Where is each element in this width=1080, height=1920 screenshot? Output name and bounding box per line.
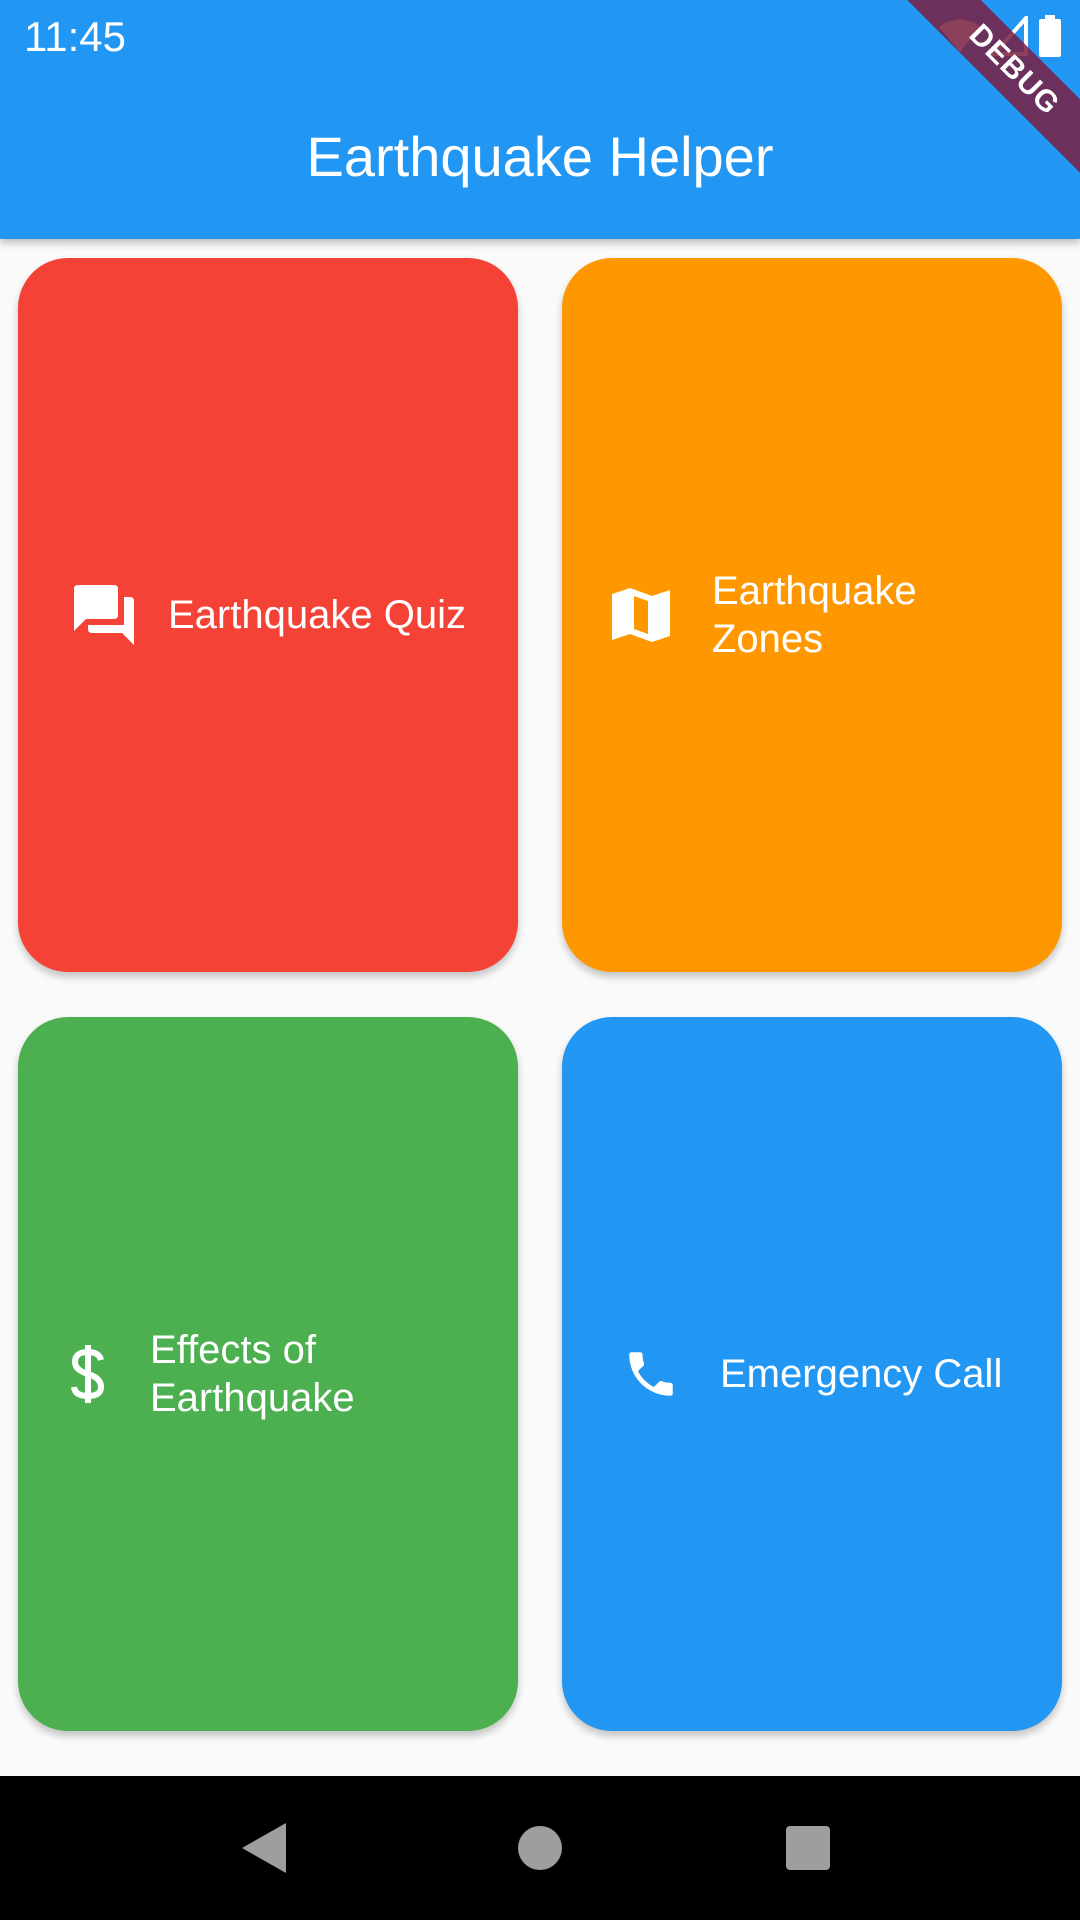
tile-content: Earthquake Quiz xyxy=(18,585,518,645)
cell-signal-icon xyxy=(992,16,1028,56)
tile-label: Emergency Call xyxy=(720,1352,1003,1396)
home-icon[interactable] xyxy=(517,1825,563,1871)
tile-content: Emergency Call xyxy=(562,1345,1062,1403)
tile-label: Effects of Earthquake xyxy=(150,1328,355,1420)
screen: 11:45 Earthquake Helper DEBUG Earthquake… xyxy=(0,0,1080,1920)
emergency-call-tile[interactable]: Emergency Call xyxy=(562,1017,1062,1731)
battery-icon xyxy=(1038,15,1062,57)
earthquake-zones-tile[interactable]: Earthquake Zones xyxy=(562,258,1062,972)
tile-content: Earthquake Zones xyxy=(562,567,1062,663)
dollar-icon xyxy=(68,1345,108,1403)
app-title: Earthquake Helper xyxy=(306,125,774,188)
recents-icon[interactable] xyxy=(785,1825,831,1871)
earthquake-quiz-tile[interactable]: Earthquake Quiz xyxy=(18,258,518,972)
tile-content: Effects of Earthquake xyxy=(18,1326,518,1422)
tile-label: Earthquake Quiz xyxy=(168,593,466,637)
effects-of-earthquake-tile[interactable]: Effects of Earthquake xyxy=(18,1017,518,1731)
back-icon[interactable] xyxy=(240,1821,288,1875)
forum-icon xyxy=(64,585,144,645)
map-icon xyxy=(608,586,674,644)
status-icons xyxy=(938,14,1062,58)
tile-label: Earthquake Zones xyxy=(712,569,917,661)
phone-icon xyxy=(616,1345,686,1403)
app-bar: 11:45 Earthquake Helper xyxy=(0,0,1080,239)
wifi-icon xyxy=(938,18,982,54)
navigation-bar xyxy=(0,1776,1080,1920)
status-time: 11:45 xyxy=(24,13,126,60)
